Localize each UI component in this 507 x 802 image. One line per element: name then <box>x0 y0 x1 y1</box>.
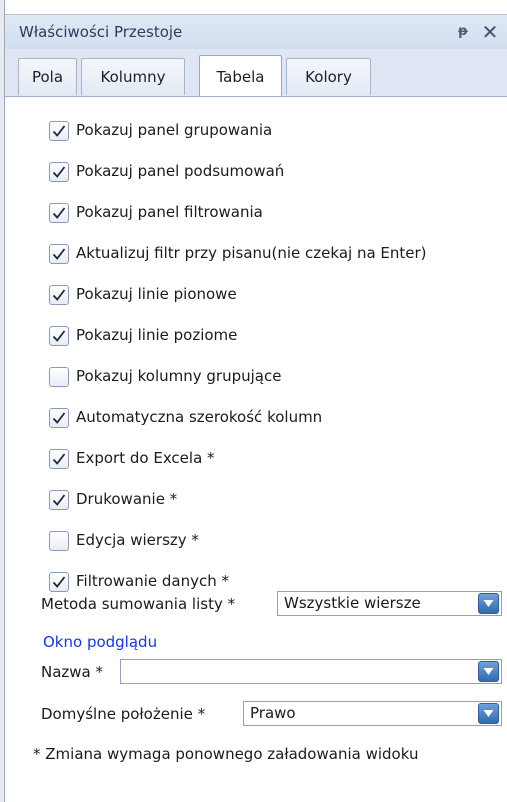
checkmark-icon <box>52 412 66 424</box>
tab-kolory[interactable]: Kolory <box>286 58 371 95</box>
checkbox-checked[interactable] <box>49 408 69 428</box>
checkmark-icon <box>52 289 66 301</box>
position-label: Domyślne położenie * <box>41 705 206 723</box>
name-select[interactable] <box>120 659 502 684</box>
checkbox-checked[interactable] <box>49 326 69 346</box>
checkbox-checked[interactable] <box>49 203 69 223</box>
name-label: Nazwa * <box>41 663 104 681</box>
option-label: Pokazuj panel grupowania <box>76 121 273 139</box>
chevron-down-icon[interactable] <box>478 661 499 682</box>
properties-panel: Właściwości Przestoje ᵽ ✕ Pola Kolumny T… <box>5 0 507 802</box>
chevron-down-icon[interactable] <box>478 593 499 614</box>
close-icon[interactable]: ✕ <box>481 21 499 43</box>
panel-title: Właściwości Przestoje <box>19 23 183 41</box>
checkbox-checked[interactable] <box>49 162 69 182</box>
option-label: Drukowanie * <box>76 490 178 508</box>
checkbox-unchecked[interactable] <box>49 531 69 551</box>
option-label: Export do Excela * <box>76 449 215 467</box>
tab-kolumny[interactable]: Kolumny <box>81 58 185 95</box>
checkbox-checked[interactable] <box>49 572 69 592</box>
tab-pola[interactable]: Pola <box>18 58 77 95</box>
checkmark-icon <box>52 494 66 506</box>
preview-section-title: Okno podglądu <box>43 633 158 651</box>
option-label: Pokazuj panel podsumowań <box>76 162 285 180</box>
sum-method-label: Metoda sumowania listy * <box>41 595 236 613</box>
checkbox-checked[interactable] <box>49 449 69 469</box>
checkmark-icon <box>52 576 66 588</box>
position-value: Prawo <box>250 704 296 722</box>
option-label: Filtrowanie danych * <box>76 572 230 590</box>
tab-strip: Pola Kolumny Tabela Kolory <box>5 49 507 97</box>
option-label: Aktualizuj filtr przy pisanu(nie czekaj … <box>76 244 427 262</box>
checkbox-checked[interactable] <box>49 285 69 305</box>
reload-note: * Zmiana wymaga ponownego załadowania wi… <box>33 745 419 763</box>
option-label: Automatyczna szerokość kolumn <box>76 408 323 426</box>
checkmark-icon <box>52 166 66 178</box>
option-label: Pokazuj linie poziome <box>76 326 238 344</box>
checkmark-icon <box>52 207 66 219</box>
checkmark-icon <box>52 453 66 465</box>
option-label: Pokazuj linie pionowe <box>76 285 237 303</box>
pin-icon[interactable]: ᵽ <box>456 23 470 41</box>
checkbox-unchecked[interactable] <box>49 367 69 387</box>
option-label: Edycja wierszy * <box>76 531 199 549</box>
checkmark-icon <box>52 248 66 260</box>
option-label: Pokazuj kolumny grupujące <box>76 367 282 385</box>
tab-tabela[interactable]: Tabela <box>199 55 282 96</box>
sum-method-value: Wszystkie wiersze <box>284 594 421 612</box>
chevron-down-icon[interactable] <box>478 703 499 724</box>
checkmark-icon <box>52 330 66 342</box>
checkbox-checked[interactable] <box>49 244 69 264</box>
checkbox-checked[interactable] <box>49 121 69 141</box>
option-label: Pokazuj panel filtrowania <box>76 203 263 221</box>
checkbox-checked[interactable] <box>49 490 69 510</box>
sum-method-select[interactable]: Wszystkie wiersze <box>277 591 502 616</box>
checkmark-icon <box>52 125 66 137</box>
position-select[interactable]: Prawo <box>243 701 502 726</box>
panel-titlebar: Właściwości Przestoje ᵽ ✕ <box>5 14 507 50</box>
